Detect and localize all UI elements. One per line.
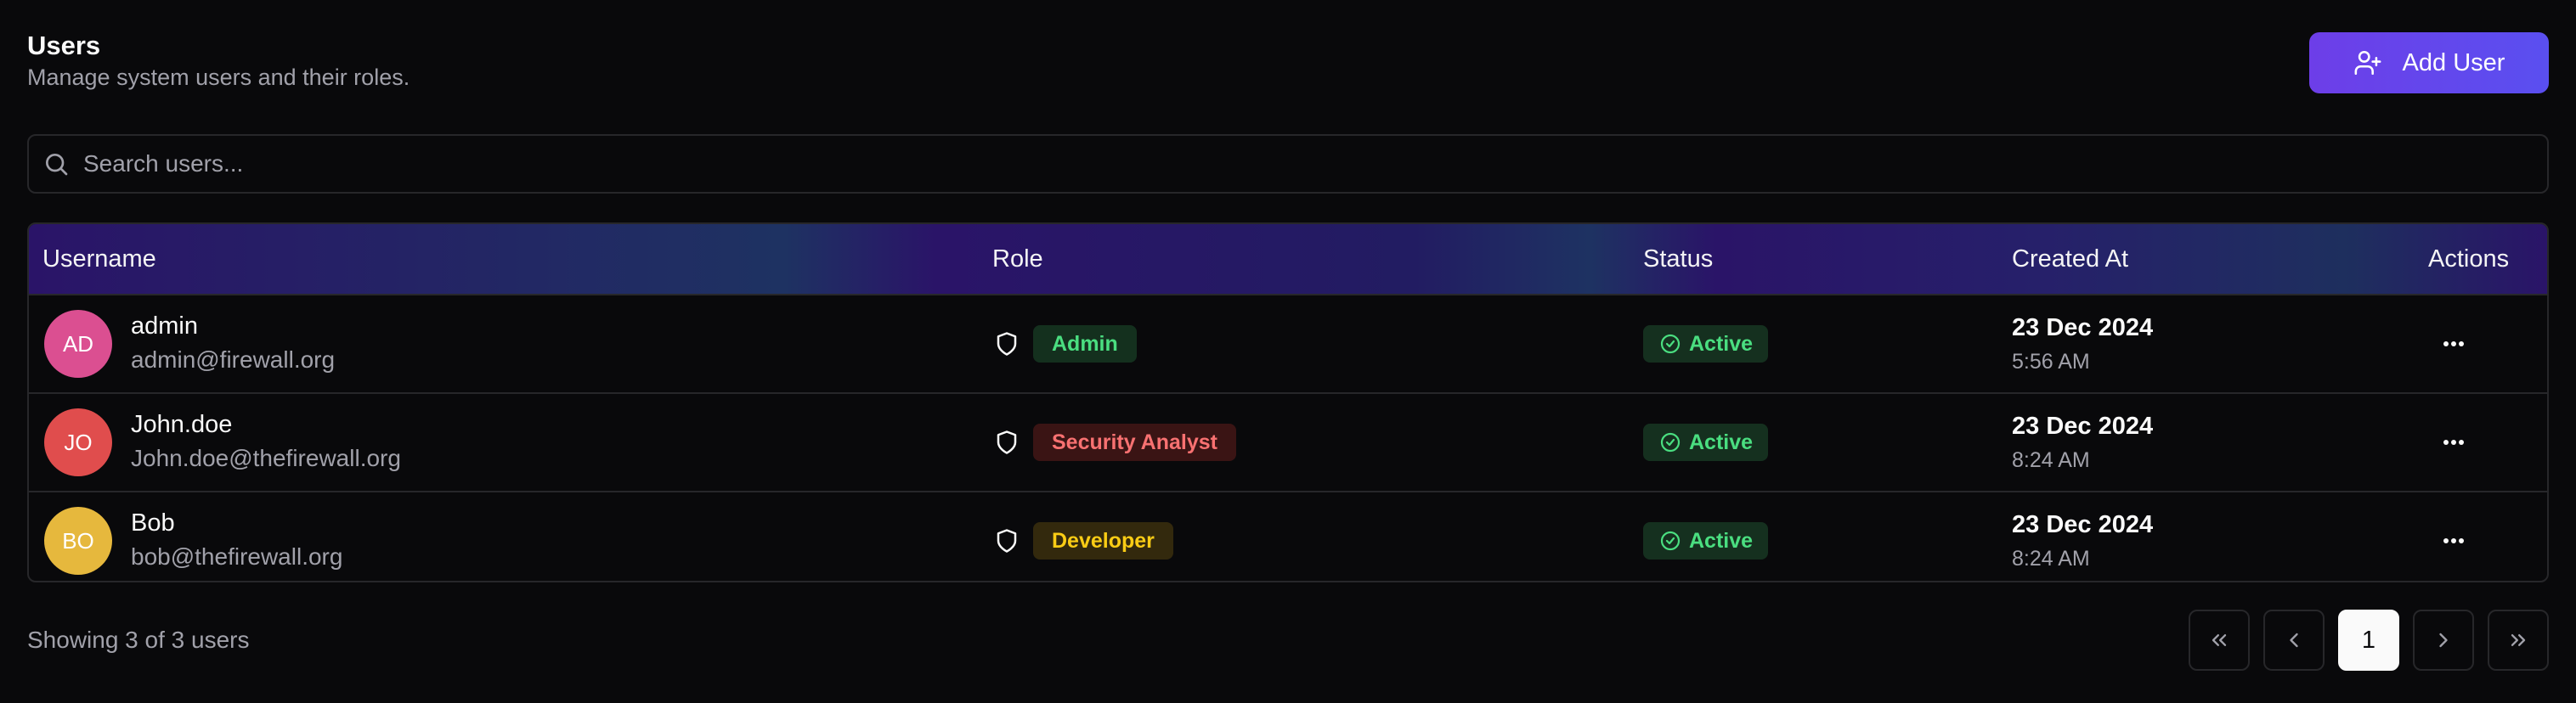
- created-date: 23 Dec 2024: [2012, 314, 2154, 341]
- last-page-button[interactable]: [2488, 610, 2549, 671]
- chevrons-left-icon: [2212, 634, 2227, 646]
- status-badge: Active: [1643, 522, 1769, 560]
- check-circle-icon: [1660, 531, 1681, 551]
- status-label: Active: [1689, 529, 1754, 553]
- users-table: Username Role Status Created At Actions …: [27, 222, 2549, 582]
- add-user-button[interactable]: Add User: [2309, 32, 2549, 93]
- user-email: John.doe@thefirewall.org: [131, 445, 401, 471]
- page-header: Users Manage system users and their role…: [27, 25, 2549, 95]
- shield-icon: [997, 430, 1017, 454]
- more-horizontal-icon: [2443, 440, 2464, 445]
- avatar: JO: [44, 408, 112, 476]
- more-horizontal-icon: [2443, 341, 2464, 346]
- user-email: bob@thefirewall.org: [131, 543, 343, 570]
- column-header-role: Role: [992, 245, 1043, 273]
- status-badge: Active: [1643, 325, 1769, 363]
- user-email: admin@firewall.org: [131, 346, 336, 373]
- page-title: Users: [27, 31, 101, 60]
- add-user-label: Add User: [2402, 48, 2505, 76]
- created-time: 8:24 AM: [2012, 547, 2090, 571]
- column-header-username: Username: [42, 245, 156, 273]
- username: Bob: [131, 509, 175, 537]
- check-circle-icon: [1660, 432, 1681, 453]
- page-subtitle: Manage system users and their roles.: [27, 65, 410, 90]
- avatar: AD: [44, 310, 112, 378]
- chevron-left-icon: [2290, 633, 2298, 648]
- page-button-current[interactable]: 1: [2338, 610, 2399, 671]
- more-actions-button[interactable]: [2437, 327, 2471, 361]
- column-header-status: Status: [1643, 245, 1714, 273]
- username: admin: [131, 312, 198, 340]
- previous-page-button[interactable]: [2263, 610, 2325, 671]
- check-circle-icon: [1660, 334, 1681, 354]
- created-time: 8:24 AM: [2012, 448, 2090, 472]
- pagination: 1: [2189, 610, 2549, 671]
- status-label: Active: [1689, 430, 1754, 454]
- table-row: BO Bob bob@thefirewall.org Developer Act…: [29, 492, 2547, 581]
- role-badge: Developer: [1033, 522, 1173, 560]
- status-badge: Active: [1643, 424, 1769, 461]
- column-header-actions: Actions: [2428, 245, 2510, 273]
- user-plus-icon: [2354, 50, 2381, 76]
- table-row: JO John.doe John.doe@thefirewall.org Sec…: [29, 394, 2547, 492]
- search-input[interactable]: [70, 135, 2547, 193]
- shield-icon: [997, 529, 1017, 553]
- search-box: [27, 134, 2549, 194]
- avatar: BO: [44, 507, 112, 575]
- username: John.doe: [131, 411, 233, 438]
- more-actions-button[interactable]: [2437, 524, 2471, 558]
- users-page: Users Manage system users and their role…: [0, 0, 2576, 703]
- more-actions-button[interactable]: [2437, 425, 2471, 459]
- created-date: 23 Dec 2024: [2012, 511, 2154, 538]
- more-horizontal-icon: [2443, 538, 2464, 543]
- search-icon: [46, 154, 68, 176]
- chevrons-right-icon: [2511, 634, 2526, 646]
- shield-icon: [997, 332, 1017, 356]
- role-badge: Security Analyst: [1033, 424, 1236, 461]
- chevron-right-icon: [2439, 633, 2448, 648]
- first-page-button[interactable]: [2189, 610, 2250, 671]
- created-date: 23 Dec 2024: [2012, 413, 2154, 440]
- column-header-created-at: Created At: [2012, 245, 2129, 273]
- pagination-summary: Showing 3 of 3 users: [27, 627, 250, 653]
- status-label: Active: [1689, 332, 1754, 356]
- role-badge: Admin: [1033, 325, 1137, 363]
- created-time: 5:56 AM: [2012, 350, 2090, 374]
- next-page-button[interactable]: [2413, 610, 2474, 671]
- table-header: Username Role Status Created At Actions: [29, 224, 2547, 295]
- table-row: AD admin admin@firewall.org Admin Active…: [29, 295, 2547, 394]
